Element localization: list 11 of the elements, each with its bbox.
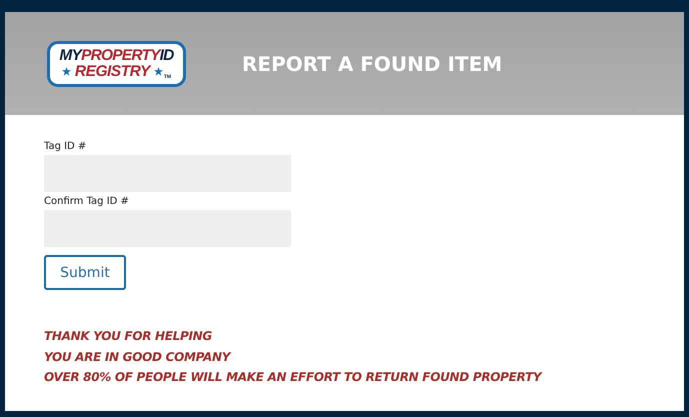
page-title: REPORT A FOUND ITEM <box>242 52 502 76</box>
message-text: OVER 80% OF PEOPLE WILL MAKE AN EFFORT TO RETURN FOUND PROPERTY <box>44 369 544 386</box>
submit-button[interactable]: Submit <box>44 255 126 290</box>
field-label: Confirm Tag ID # <box>44 195 130 209</box>
message-text: THANK YOU FOR HELPING <box>44 328 213 345</box>
star-icon <box>154 67 163 76</box>
message-text: YOU ARE IN GOOD COMPANY <box>44 348 232 366</box>
logo-text: MYPROPERTYID <box>59 48 174 63</box>
logo-text: REGISTRY <box>74 64 150 80</box>
field-label: Tag ID # <box>44 140 88 154</box>
star-icon <box>62 67 71 76</box>
